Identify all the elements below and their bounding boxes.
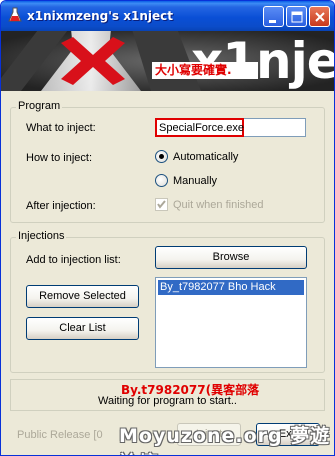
minimize-button[interactable] xyxy=(263,6,284,27)
clear-list-button[interactable]: Clear List xyxy=(26,317,139,340)
close-button[interactable] xyxy=(309,6,330,27)
after-injection-label: After injection: xyxy=(26,200,96,212)
title-bar[interactable]: x1nixmzeng's x1nject xyxy=(1,1,334,31)
manually-label[interactable]: Manually xyxy=(173,175,217,187)
manually-radio[interactable] xyxy=(155,174,168,187)
injection-listbox[interactable]: By_t7982077 Bho Hack V4.dll xyxy=(155,277,307,368)
automatically-label[interactable]: Automatically xyxy=(173,151,238,163)
process-name-input[interactable]: SpecialForce.exe xyxy=(155,118,244,137)
status-text: Waiting for program to start.. xyxy=(98,395,237,407)
maximize-button[interactable] xyxy=(286,6,307,27)
close-icon xyxy=(315,12,325,22)
how-to-inject-label: How to inject: xyxy=(26,152,93,164)
flask-app-icon xyxy=(8,7,22,22)
header-banner: x1nject 大小寫要確實. xyxy=(1,31,334,91)
minimize-icon xyxy=(269,20,276,23)
release-label: Public Release [0 xyxy=(17,429,103,441)
remove-selected-button[interactable]: Remove Selected xyxy=(26,285,139,308)
injections-group-label: Injections xyxy=(16,230,67,242)
checkmark-icon xyxy=(157,200,166,209)
program-group-label: Program xyxy=(16,100,63,112)
quit-when-finished-checkbox[interactable] xyxy=(155,198,168,211)
window-title: x1nixmzeng's x1nject xyxy=(27,9,173,23)
what-to-inject-label: What to inject: xyxy=(26,122,96,134)
watermark-text: Moyuzone.org 夢遊論壇 xyxy=(119,425,331,455)
list-item[interactable]: By_t7982077 Bho Hack V4.dll xyxy=(158,280,304,308)
process-name-input-tail[interactable] xyxy=(244,118,306,137)
maximize-icon xyxy=(291,11,303,23)
banner-logo: x1nject xyxy=(191,32,334,90)
browse-button[interactable]: Browse xyxy=(155,246,307,269)
status-panel: By.t7982077(異客部落 Waiting for program to … xyxy=(10,379,325,411)
automatically-radio[interactable] xyxy=(155,150,168,163)
quit-when-finished-label: Quit when finished xyxy=(173,199,264,211)
banner-caption: 大小寫要確實. xyxy=(152,62,258,79)
add-to-list-label: Add to injection list: xyxy=(26,254,121,266)
main-window: x1nixmzeng's x1nject x1nj 大小寫要確實. Progra… xyxy=(0,0,335,456)
